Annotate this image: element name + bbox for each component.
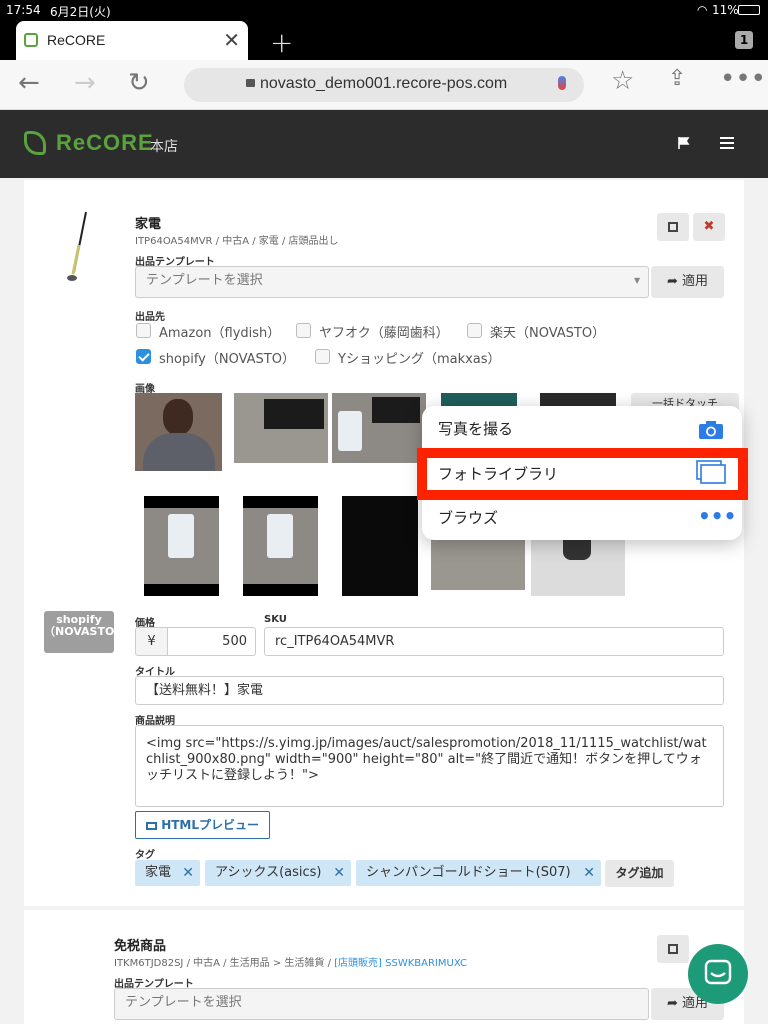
channel-label-shopify: shopify（NOVASTO）	[159, 352, 295, 367]
save-icon	[668, 944, 678, 954]
camera-icon	[563, 540, 591, 560]
apply-template-button[interactable]: ➦ 適用	[651, 266, 724, 298]
store-name: 本店	[150, 139, 178, 155]
channel-label-yahoo-auction: ヤフオク（藤岡歯科）	[319, 326, 449, 341]
recore-favicon-icon	[24, 33, 38, 47]
tag-label: アシックス(asics)	[215, 865, 322, 880]
remove-tag-icon[interactable]: ✕	[583, 860, 595, 886]
channel-label-rakuten: 楽天（NOVASTO）	[490, 326, 606, 341]
channel-checkbox-amazon[interactable]	[136, 323, 151, 338]
bookmark-star-icon[interactable]: ☆	[611, 66, 634, 96]
battery-icon	[738, 5, 760, 15]
tag-label: 家電	[145, 865, 172, 880]
camera-icon	[699, 421, 723, 439]
image-thumbnail[interactable]	[243, 496, 318, 596]
image-thumbnail[interactable]	[332, 393, 426, 463]
chat-icon	[704, 959, 732, 985]
address-bar[interactable]: novasto_demo001.recore-pos.com	[184, 68, 584, 102]
tab-count-badge[interactable]: 1	[735, 31, 753, 49]
html-preview-label: HTMLプレビュー	[161, 818, 260, 832]
browse-option[interactable]: ブラウズ	[438, 507, 498, 528]
add-tag-button[interactable]: タグ追加	[605, 860, 674, 887]
browser-tab[interactable]: ReCORE ✕	[16, 21, 248, 60]
product-meta: ITKM6TJD82SJ / 中古A / 生活用品 > 生活雑貨 / [店頭販売…	[114, 958, 467, 969]
highlight-annotation	[417, 448, 748, 500]
sku-input[interactable]: rc_ITP64OA54MVR	[264, 627, 724, 656]
new-tab-icon[interactable]: +	[270, 26, 293, 59]
channel-checkbox-rakuten[interactable]	[467, 323, 482, 338]
product-photo-golf-club	[67, 211, 87, 281]
html-preview-button[interactable]: HTMLプレビュー	[135, 811, 270, 839]
remove-tag-icon[interactable]: ✕	[333, 860, 345, 886]
product-card: 家電 ITP64OA54MVR / 中古A / 家電 / 店頭品出し ✖ 出品テ…	[24, 180, 744, 906]
microphone-icon[interactable]	[558, 76, 566, 90]
recore-logo-icon	[24, 131, 46, 155]
product-name: 免税商品	[114, 939, 167, 954]
tag-chip: シャンパンゴールドショート(S07) ✕	[356, 860, 601, 886]
add-image-slot[interactable]	[531, 536, 625, 596]
sku-label: SKU	[264, 614, 287, 625]
image-thumbnail[interactable]	[431, 536, 525, 590]
save-icon	[668, 222, 678, 232]
product-name: 家電	[135, 217, 162, 232]
take-photo-option[interactable]: 写真を撮る	[438, 418, 513, 439]
status-time: 17:54	[6, 3, 41, 17]
delete-button[interactable]: ✖	[693, 213, 725, 241]
chevron-down-icon: ▼	[634, 276, 641, 285]
image-thumbnail[interactable]	[342, 496, 418, 596]
share-arrow-icon: ➦	[666, 996, 678, 1011]
image-thumbnail[interactable]	[144, 496, 219, 596]
monitor-icon	[146, 822, 157, 830]
tab-title: ReCORE	[47, 32, 106, 48]
more-menu-icon[interactable]: •••	[720, 64, 766, 94]
save-button[interactable]	[657, 213, 689, 241]
wifi-icon: ◠	[697, 3, 708, 17]
reload-icon[interactable]: ↻	[128, 68, 150, 98]
remove-tag-icon[interactable]: ✕	[182, 860, 194, 886]
flag-icon[interactable]	[678, 137, 690, 149]
hamburger-menu-icon[interactable]	[720, 137, 734, 149]
channel-checkbox-yahoo-auction[interactable]	[296, 323, 311, 338]
brand-name: ReCORE	[56, 130, 154, 155]
image-thumbnail[interactable]	[234, 393, 328, 463]
channel-label-amazon: Amazon（flydish）	[159, 326, 281, 341]
url-text: novasto_demo001.recore-pos.com	[260, 75, 508, 92]
channel-checkbox-shopify[interactable]	[136, 349, 151, 364]
chat-launcher-button[interactable]	[688, 944, 748, 1004]
status-bar: 17:54 6月2日(火) ◠ 11%	[0, 0, 768, 20]
template-select[interactable]: テンプレートを選択	[135, 266, 649, 298]
close-icon: ✖	[703, 219, 715, 234]
title-input[interactable]: 【送料無料！】家電	[135, 676, 724, 705]
close-tab-icon[interactable]: ✕	[223, 28, 240, 52]
product-card: 免税商品 ITKM6TJD82SJ / 中古A / 生活用品 > 生活雑貨 / …	[24, 910, 744, 1024]
channels-label: 出品先	[135, 312, 165, 323]
lock-icon	[246, 79, 255, 87]
tag-label: シャンパンゴールドショート(S07)	[366, 865, 571, 880]
status-date: 6月2日(火)	[50, 5, 111, 19]
back-icon[interactable]: ←	[18, 68, 40, 98]
channel-checkbox-yshopping[interactable]	[315, 349, 330, 364]
product-meta-link[interactable]: [店頭販売] SSWKBARIMUXC	[334, 958, 467, 969]
tag-chip: アシックス(asics) ✕	[205, 860, 351, 886]
template-select[interactable]: テンプレートを選択	[114, 988, 649, 1020]
tags-label: タグ	[135, 850, 155, 861]
browser-toolbar: ← → ↻ novasto_demo001.recore-pos.com ☆ ⇪…	[0, 60, 768, 110]
price-input[interactable]: 500	[167, 627, 256, 656]
save-button[interactable]	[657, 935, 689, 963]
status-battery: 11%	[712, 3, 739, 17]
browser-tab-bar: ReCORE ✕	[0, 20, 768, 60]
share-arrow-icon: ➦	[666, 274, 678, 289]
app-header: ReCORE 本店	[0, 110, 768, 178]
channel-badge-shopify: shopify（NOVASTO）	[44, 611, 125, 653]
channel-label-yshopping: Yショッピング（makxas）	[338, 352, 501, 367]
currency-addon: ¥	[135, 627, 168, 656]
apply-label: 適用	[682, 274, 709, 289]
share-icon[interactable]: ⇪	[668, 66, 686, 91]
product-meta: ITP64OA54MVR / 中古A / 家電 / 店頭品出し	[135, 236, 339, 247]
more-icon: •••	[698, 504, 737, 528]
forward-icon[interactable]: →	[74, 68, 96, 98]
description-textarea[interactable]: <img src="https://s.yimg.jp/images/auct/…	[135, 725, 724, 807]
image-thumbnail[interactable]	[135, 393, 222, 471]
tag-chip: 家電 ✕	[135, 860, 200, 886]
